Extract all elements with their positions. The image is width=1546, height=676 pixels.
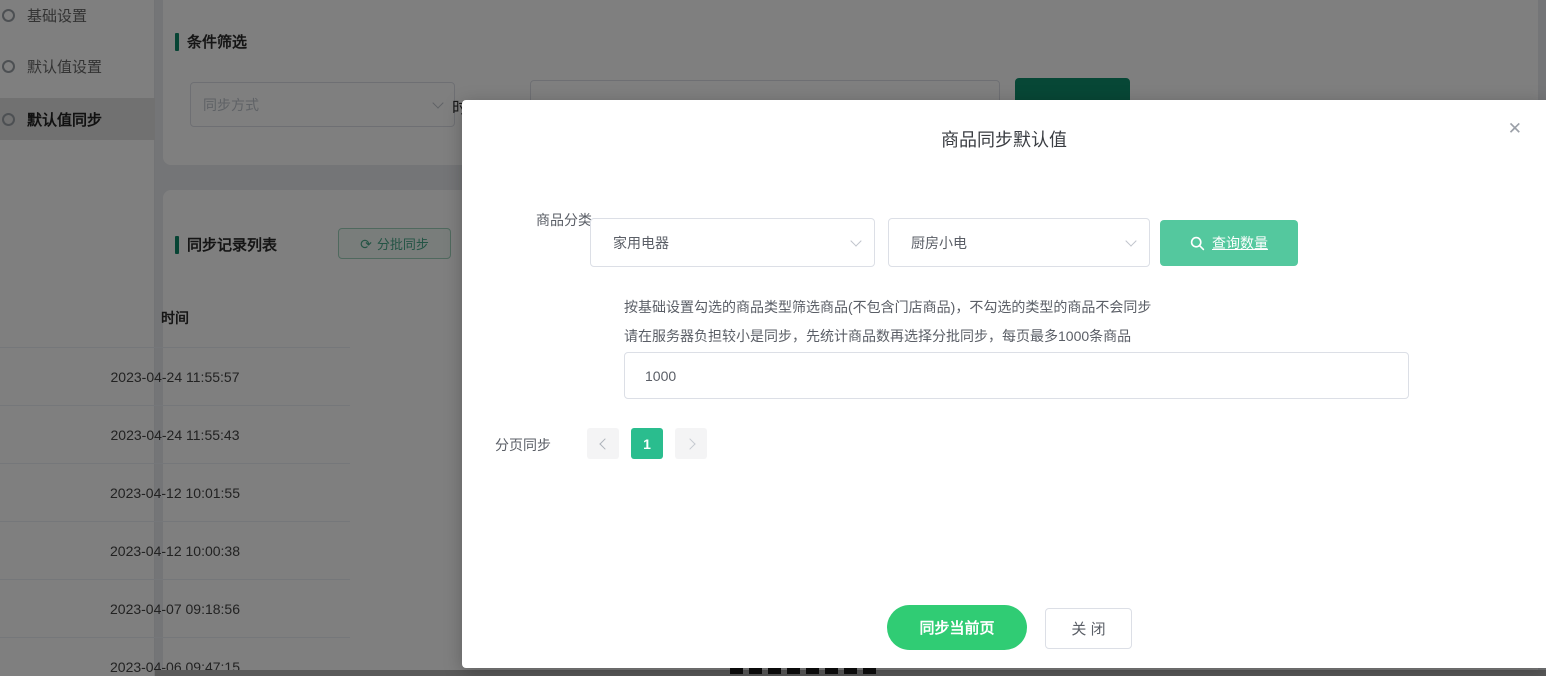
category-secondary-value: 厨房小电 (911, 234, 967, 251)
page-size-input[interactable] (624, 352, 1409, 399)
modal-title: 商品同步默认值 (941, 130, 1067, 150)
category-label: 商品分类 (536, 212, 592, 228)
app-window: 基础设置 默认值设置 默认值同步 条件筛选 同步方式 时 同步记 (0, 0, 1546, 676)
pagination: 1 (587, 428, 707, 459)
hint-line-1: 按基础设置勾选的商品类型筛选商品(不包含门店商品)，不勾选的类型的商品不会同步 (624, 299, 1152, 315)
chevron-down-icon (1125, 234, 1137, 247)
category-primary-select[interactable]: 家用电器 (590, 218, 875, 267)
search-icon (1190, 236, 1205, 250)
paging-sync-label: 分页同步 (495, 437, 551, 453)
sync-current-page-button[interactable]: 同步当前页 (887, 605, 1027, 650)
query-count-button[interactable]: 查询数量 (1160, 220, 1298, 266)
modal-close-button[interactable]: 关 闭 (1045, 608, 1132, 649)
category-secondary-select[interactable]: 厨房小电 (888, 218, 1150, 267)
pagination-next-button[interactable] (675, 428, 707, 459)
pagination-page-1[interactable]: 1 (631, 428, 663, 459)
category-primary-value: 家用电器 (613, 234, 669, 251)
pagination-prev-button[interactable] (587, 428, 619, 459)
pagination-current-page: 1 (643, 435, 651, 452)
chevron-right-icon (683, 437, 696, 450)
product-sync-defaults-modal: ✕ 商品同步默认值 商品分类 家用电器 厨房小电 查询数量 按基础设置勾选的商品… (462, 100, 1546, 668)
chevron-down-icon (850, 234, 862, 247)
hint-line-2: 请在服务器负担较小是同步，先统计商品数再选择分批同步，每页最多1000条商品 (624, 328, 1132, 344)
chevron-left-icon (598, 437, 611, 450)
query-count-label: 查询数量 (1212, 235, 1268, 251)
